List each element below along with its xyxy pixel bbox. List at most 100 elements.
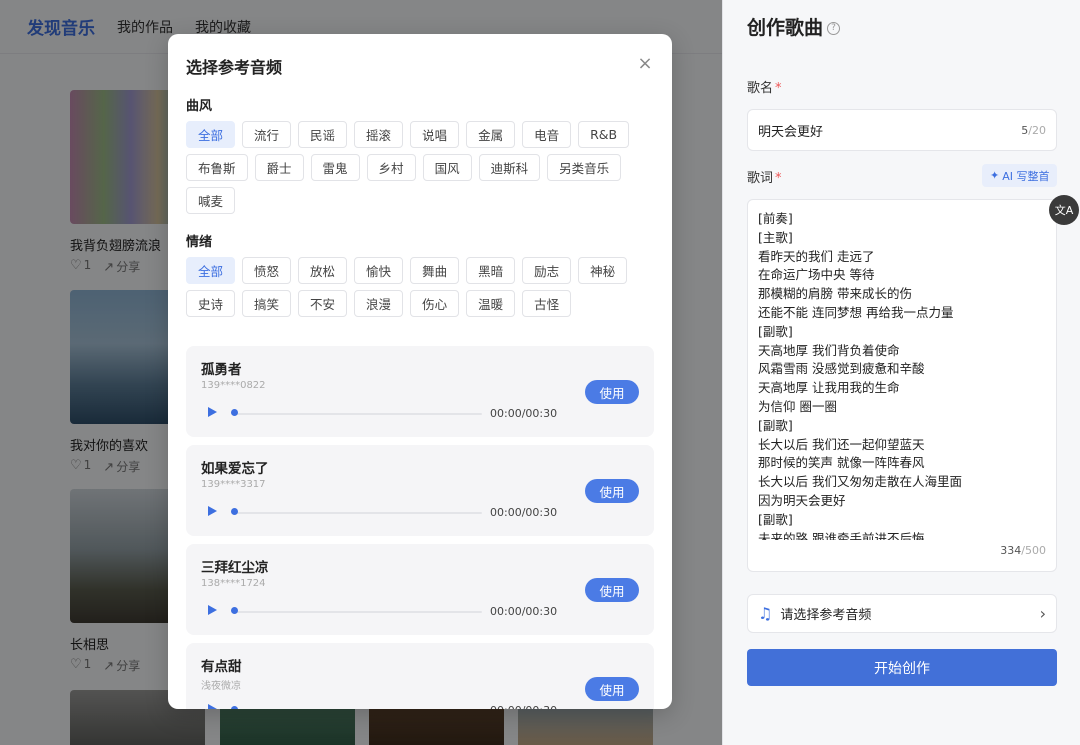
lyrics-line: 还能不能 连同梦想 再给我一点力量 <box>758 304 954 320</box>
genre-chip[interactable]: 雷鬼 <box>310 154 360 181</box>
mood-chip[interactable]: 伤心 <box>410 290 460 317</box>
required-mark: * <box>775 81 782 96</box>
lyrics-line: 那时候的笑声 就像一阵阵春风 <box>758 455 925 471</box>
progress-handle[interactable] <box>231 706 238 709</box>
genre-chip[interactable]: 喊麦 <box>186 187 236 214</box>
mood-chip[interactable]: 黑暗 <box>466 257 516 284</box>
lyrics-content: [前奏] [主歌] 看昨天的我们 走远了 在命运广场中央 等待那模糊的肩膀 带来成长的… <box>758 210 1046 540</box>
mood-chip[interactable]: 舞曲 <box>410 257 460 284</box>
song-name-value: 明天会更好 <box>758 124 824 140</box>
use-button[interactable]: 使用 <box>585 380 639 404</box>
play-icon[interactable] <box>208 605 217 615</box>
genre-chip[interactable]: 另类音乐 <box>547 154 622 181</box>
progress-handle[interactable] <box>231 409 238 416</box>
mood-chip[interactable]: 浪漫 <box>354 290 404 317</box>
mood-section-title: 情绪 <box>186 235 213 250</box>
lyrics-line: [前奏] <box>758 211 793 226</box>
start-create-button[interactable]: 开始创作 <box>747 649 1057 686</box>
track-time: 00:00/00:30 <box>490 506 558 519</box>
lyrics-counter: 334/500 <box>1000 544 1046 557</box>
lyrics-line: 那模糊的肩膀 带来成长的伤 <box>758 286 912 302</box>
use-button[interactable]: 使用 <box>585 578 639 602</box>
help-icon[interactable]: ? <box>827 22 841 35</box>
genre-chip[interactable]: 国风 <box>422 154 472 181</box>
genre-chip[interactable]: 全部 <box>186 121 236 148</box>
mood-filter: 全部 愤怒 放松 愉快 舞曲 黑暗 励志 神秘史诗 搞笑 不安 浪漫 伤心 温暖 古怪 <box>186 257 656 317</box>
genre-chip[interactable]: 金属 <box>466 121 516 148</box>
translate-icon[interactable]: 文A <box>1049 195 1079 225</box>
genre-chip[interactable]: 布鲁斯 <box>186 154 248 181</box>
lyrics-line: 未来的路 跟谁牵手前进不后悔 <box>758 530 925 540</box>
mood-chip[interactable]: 古怪 <box>522 290 572 317</box>
genre-chip[interactable]: 迪斯科 <box>478 154 541 181</box>
lyrics-count: 334 <box>1000 544 1022 557</box>
play-icon[interactable] <box>208 407 217 417</box>
audio-track: 孤勇者 139****0822 00:00/00:30 使用 <box>186 346 654 437</box>
genre-chip[interactable]: 民谣 <box>298 121 348 148</box>
ai-write-button[interactable]: ✦ AI 写整首 <box>982 164 1058 187</box>
track-author: 139****0822 <box>201 380 266 391</box>
use-button[interactable]: 使用 <box>585 677 639 701</box>
mood-chip[interactable]: 温暖 <box>466 290 516 317</box>
audio-track: 有点甜浅夜微凉 00:00/00:30 使用 <box>186 643 654 709</box>
track-time: 00:00/00:30 <box>490 407 558 420</box>
required-mark: * <box>775 171 782 186</box>
reference-audio-modal: 选择参考音频 × 曲风 全部 流行 民谣 摇滚 说唱 金属 电音 R&B 布鲁斯 爵士 雷鬼 乡村 国风… <box>168 34 672 709</box>
mood-chip[interactable]: 全部 <box>186 257 236 284</box>
genre-chip[interactable]: 说唱 <box>410 121 460 148</box>
ai-write-label: AI 写整首 <box>1002 169 1050 183</box>
track-name: 三拜红尘凉 <box>201 560 269 576</box>
track-time: 00:00/00:30 <box>490 704 557 709</box>
lyrics-max: /500 <box>1021 544 1046 557</box>
track-name: 如果爱忘了 <box>201 461 269 477</box>
progress-handle[interactable] <box>231 508 238 515</box>
reference-audio-selector[interactable]: ♫ 请选择参考音频 › <box>747 594 1057 633</box>
lyrics-textarea[interactable]: [前奏] [主歌] 看昨天的我们 走远了 在命运广场中央 等待那模糊的肩膀 带来成长的… <box>747 199 1057 572</box>
mood-chip[interactable]: 愉快 <box>354 257 404 284</box>
mood-chip[interactable]: 励志 <box>522 257 572 284</box>
lyrics-label-text: 歌词 <box>747 171 774 186</box>
lyrics-line: 在命运广场中央 等待 <box>758 267 875 283</box>
create-song-panel: 创作歌曲? 歌名 * 明天会更好 5/20 歌词 * ✦ AI 写整首 [前奏] [主歌… <box>722 0 1080 745</box>
genre-section-title: 曲风 <box>186 99 213 114</box>
music-note-icon: ♫ <box>758 604 773 623</box>
audio-list[interactable]: 孤勇者 139****0822 00:00/00:30 使用 如果爱忘了 139****3… <box>186 346 654 709</box>
genre-chip[interactable]: 流行 <box>242 121 292 148</box>
modal-title: 选择参考音频 <box>186 58 283 77</box>
mood-chip[interactable]: 放松 <box>298 257 348 284</box>
panel-title: 创作歌曲? <box>747 13 841 40</box>
progress-track[interactable] <box>232 512 482 514</box>
play-icon[interactable] <box>208 704 217 709</box>
genre-chip[interactable]: R&B <box>578 121 630 148</box>
progress-track[interactable] <box>232 611 482 613</box>
genre-chip[interactable]: 乡村 <box>366 154 416 181</box>
mood-chip[interactable]: 神秘 <box>578 257 628 284</box>
lyrics-line: [副歌] <box>758 511 793 527</box>
genre-chip[interactable]: 电音 <box>522 121 572 148</box>
progress-track[interactable] <box>232 413 482 415</box>
genre-chip[interactable]: 爵士 <box>254 154 304 181</box>
track-time: 00:00/00:30 <box>490 605 558 618</box>
lyrics-line: 天高地厚 我们背负着使命 <box>758 342 900 358</box>
lyrics-line: 因为明天会更好 <box>758 492 846 508</box>
lyrics-line: 长大以后 我们还一起仰望蓝天 <box>758 436 925 452</box>
mood-chip[interactable]: 搞笑 <box>242 290 292 317</box>
audio-track: 如果爱忘了 139****3317 00:00/00:30 使用 <box>186 445 654 536</box>
mood-chip[interactable]: 不安 <box>298 290 348 317</box>
song-name-input[interactable]: 明天会更好 5/20 <box>747 109 1057 151</box>
lyrics-line: [主歌] <box>758 229 793 245</box>
play-icon[interactable] <box>208 506 217 516</box>
genre-chip[interactable]: 摇滚 <box>354 121 404 148</box>
song-name-max: /20 <box>1028 123 1046 137</box>
close-icon[interactable]: × <box>635 54 655 74</box>
lyrics-line: [副歌] <box>758 417 793 433</box>
track-author: 138****1724 <box>201 578 266 589</box>
mood-chip[interactable]: 史诗 <box>186 290 236 317</box>
lyrics-line: 看昨天的我们 走远了 <box>758 248 875 264</box>
song-name-counter: 5/20 <box>1021 124 1046 137</box>
lyrics-line: [副歌] <box>758 323 793 339</box>
use-button[interactable]: 使用 <box>585 479 639 503</box>
mood-chip[interactable]: 愤怒 <box>242 257 292 284</box>
chevron-right-icon: › <box>1039 604 1046 623</box>
progress-handle[interactable] <box>231 607 238 614</box>
